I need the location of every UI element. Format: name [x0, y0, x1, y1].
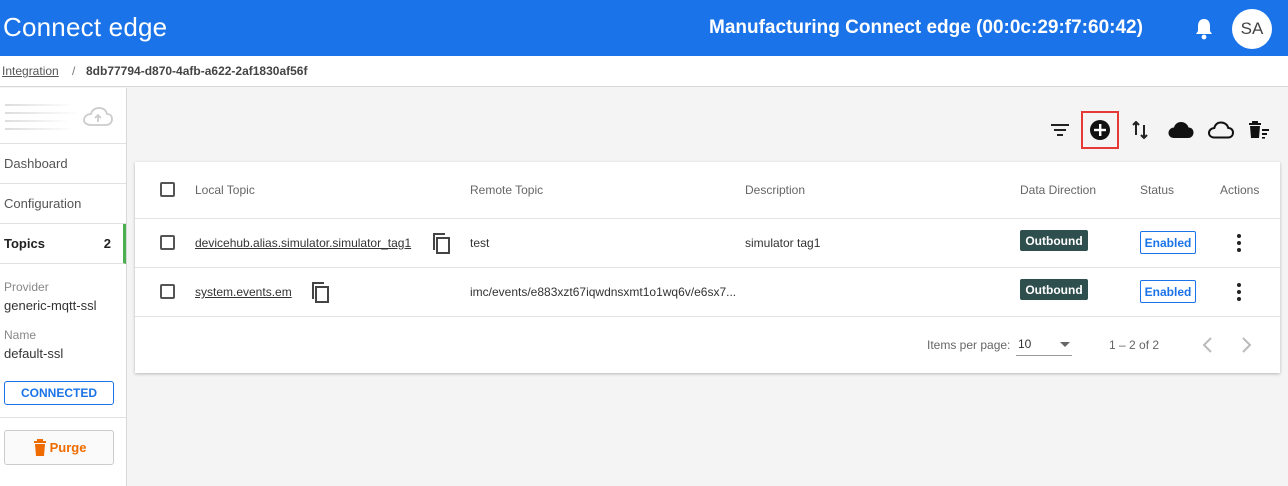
provider-label: Provider	[4, 280, 49, 294]
purge-label: Purge	[49, 440, 87, 455]
trash-icon	[33, 438, 46, 456]
header-placeholder-line	[5, 112, 80, 114]
row-checkbox[interactable]	[160, 235, 175, 250]
column-header-status[interactable]: Status	[1140, 183, 1174, 197]
more-vert-icon[interactable]	[1231, 233, 1247, 253]
provider-value: generic-mqtt-ssl	[4, 298, 97, 313]
chevron-right-icon[interactable]	[1236, 334, 1256, 356]
brand-title: Connect edge	[3, 12, 168, 42]
connection-status-badge: CONNECTED	[4, 381, 114, 405]
row-checkbox[interactable]	[160, 284, 175, 299]
more-vert-icon[interactable]	[1231, 282, 1247, 302]
sidebar-item-configuration[interactable]: Configuration	[0, 184, 126, 224]
user-avatar[interactable]: SA	[1232, 9, 1272, 49]
breadcrumb-current: 8db77794-d870-4afb-a622-2af1830af56f	[86, 64, 308, 78]
topics-count: 2	[103, 236, 111, 251]
add-circle-icon[interactable]	[1088, 118, 1112, 142]
swap-vertical-icon[interactable]	[1128, 118, 1152, 142]
column-header-actions: Actions	[1220, 183, 1260, 197]
column-header-remote-topic[interactable]: Remote Topic	[470, 183, 543, 197]
column-header-local-topic[interactable]: Local Topic	[195, 183, 255, 197]
name-label: Name	[4, 328, 37, 342]
sidebar-divider	[0, 417, 126, 418]
copy-icon[interactable]	[430, 231, 452, 255]
items-per-page-label: Items per page:	[927, 338, 1011, 352]
sidebar-item-label: Dashboard	[4, 156, 68, 171]
status-badge: Enabled	[1140, 231, 1196, 254]
breadcrumb-integration-link[interactable]: Integration	[2, 64, 59, 78]
sidebar-item-dashboard[interactable]: Dashboard	[0, 144, 126, 184]
app-header: Connect edge Manufacturing Connect edge …	[0, 0, 1288, 56]
page-size-select[interactable]: 10	[1016, 334, 1072, 356]
chevron-left-icon[interactable]	[1198, 334, 1218, 356]
row-divider	[135, 316, 1280, 317]
bell-icon[interactable]	[1194, 18, 1214, 40]
delete-list-icon[interactable]	[1247, 118, 1271, 142]
remote-topic: imc/events/e883xzt67iqwdnsxmt1o1wq6v/e6s…	[470, 285, 737, 299]
page-range: 1 – 2 of 2	[1109, 338, 1160, 352]
header-placeholder-line	[5, 128, 75, 130]
filter-icon[interactable]	[1048, 118, 1072, 142]
name-value: default-ssl	[4, 346, 64, 361]
topics-table: Local Topic Remote Topic Description Dat…	[135, 162, 1280, 373]
header-placeholder-line	[5, 104, 75, 106]
column-header-description[interactable]: Description	[745, 183, 805, 197]
cloud-outline-icon[interactable]	[1207, 118, 1235, 142]
sidebar-item-label: Configuration	[4, 196, 82, 211]
breadcrumb-separator: /	[72, 64, 76, 78]
direction-badge: Outbound	[1020, 279, 1088, 300]
chevron-down-icon	[1060, 342, 1070, 347]
sidebar-item-topics[interactable]: Topics 2	[0, 224, 126, 264]
device-title: Manufacturing Connect edge (00:0c:29:f7:…	[709, 17, 1143, 38]
sidebar: Dashboard Configuration Topics 2 Provide…	[0, 88, 127, 486]
column-header-data-direction[interactable]: Data Direction	[1020, 183, 1096, 197]
cloud-upload-icon[interactable]	[83, 106, 113, 128]
direction-badge: Outbound	[1020, 230, 1088, 251]
description: simulator tag1	[745, 236, 821, 250]
local-topic-link[interactable]: system.events.em	[195, 285, 292, 299]
sidebar-header	[0, 88, 126, 144]
breadcrumb: Integration / 8db77794-d870-4afb-a622-2a…	[0, 56, 1288, 87]
row-divider	[135, 267, 1280, 268]
cloud-filled-icon[interactable]	[1167, 118, 1195, 142]
header-placeholder-line	[5, 120, 70, 122]
row-divider	[135, 218, 1280, 219]
page-size-value: 10	[1018, 337, 1032, 351]
purge-button[interactable]: Purge	[4, 430, 114, 465]
status-badge: Enabled	[1140, 280, 1196, 303]
remote-topic: test	[470, 236, 490, 250]
copy-icon[interactable]	[309, 280, 331, 304]
select-all-checkbox[interactable]	[160, 182, 175, 197]
local-topic-link[interactable]: devicehub.alias.simulator.simulator_tag1	[195, 236, 411, 250]
sidebar-item-label: Topics	[4, 236, 45, 251]
